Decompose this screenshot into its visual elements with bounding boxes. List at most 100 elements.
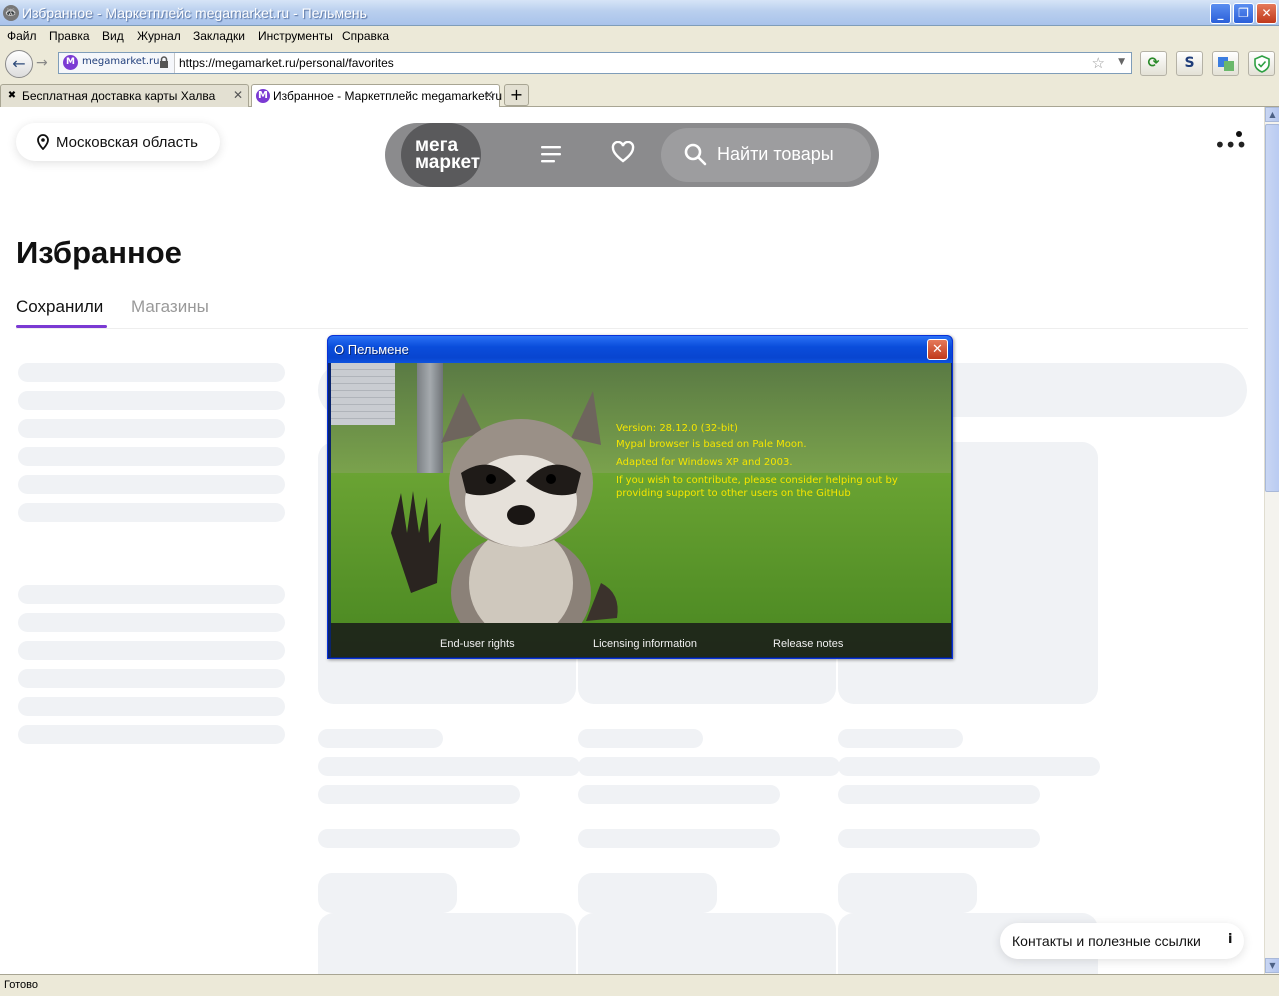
favorites-heart-icon[interactable] — [611, 140, 635, 169]
skeleton-line — [838, 785, 1040, 804]
tab-close-icon[interactable]: ✕ — [484, 88, 494, 102]
new-tab-button[interactable]: + — [504, 84, 529, 106]
skeleton-line — [578, 785, 780, 804]
back-button[interactable]: ← — [5, 50, 33, 78]
logo-line2: маркет — [415, 152, 481, 173]
status-text: Готово — [4, 979, 38, 991]
skeleton-line — [18, 475, 285, 494]
skeleton-line — [578, 829, 780, 848]
tab-close-icon[interactable]: ✕ — [233, 88, 243, 102]
more-menu-icon[interactable]: ••• — [1214, 133, 1247, 157]
support-line: providing support to other users on the … — [616, 488, 851, 499]
tab-saved[interactable]: Сохранили — [16, 297, 103, 317]
translate-icon[interactable] — [1212, 51, 1239, 76]
skeleton-line — [318, 829, 520, 848]
version-line: Version: 28.12.0 (32-bit) — [616, 423, 738, 434]
scroll-down-icon[interactable]: ▼ — [1265, 958, 1279, 973]
search-icon — [684, 143, 707, 166]
region-selector[interactable]: Московская область — [16, 123, 220, 161]
tab-strip: ✖ Бесплатная доставка карты Халва ✕ M Из… — [0, 82, 1279, 108]
skeleton-line — [18, 419, 285, 438]
close-button[interactable]: ✕ — [1256, 3, 1277, 24]
tab-label: Бесплатная доставка карты Халва — [22, 89, 216, 103]
skeleton-line — [18, 363, 285, 382]
contribute-line: If you wish to contribute, please consid… — [616, 475, 898, 486]
vertical-scrollbar[interactable]: ▲ ▼ — [1264, 107, 1279, 974]
about-dialog: О Пельмене ✕ Version: 28.12.0 (32-bit) M… — [327, 335, 953, 659]
tab-label: Избранное - Маркетплейс megamarket.ru — [273, 89, 503, 103]
dialog-title-bar[interactable]: О Пельмене ✕ — [328, 336, 952, 363]
tab-favorites[interactable]: M Избранное - Маркетплейс megamarket.ru … — [251, 84, 503, 108]
raccoon-app-icon[interactable]: 🦝 — [3, 5, 19, 21]
raccoon-image — [391, 391, 618, 623]
restore-button[interactable]: ❐ — [1233, 3, 1254, 24]
window-title: Избранное - Маркетплейс megamarket.ru - … — [22, 5, 367, 21]
skeleton-line — [578, 729, 703, 748]
tab-halva[interactable]: ✖ Бесплатная доставка карты Халва ✕ — [0, 84, 249, 107]
megamarket-favicon-icon: M — [256, 89, 270, 103]
forward-button[interactable]: → — [36, 55, 48, 71]
shield-icon[interactable] — [1248, 51, 1275, 76]
skeleton-button — [578, 873, 717, 913]
menu-view[interactable]: Вид — [102, 29, 124, 43]
menu-help[interactable]: Справка — [342, 29, 389, 43]
menu-file[interactable]: Файл — [7, 29, 37, 43]
menu-edit[interactable]: Правка — [49, 29, 90, 43]
title-bar[interactable]: 🦝 Избранное - Маркетплейс megamarket.ru … — [0, 0, 1279, 26]
dialog-close-button[interactable]: ✕ — [927, 339, 948, 360]
identity-domain: megamarket.ru — [82, 56, 160, 67]
menu-tools[interactable]: Инструменты — [258, 29, 333, 43]
scroll-up-icon[interactable]: ▲ — [1265, 107, 1279, 122]
navigation-toolbar: ← → M megamarket.ru https://megamarket.r… — [0, 46, 1279, 82]
notification-dot — [1236, 131, 1242, 137]
skeleton-line — [318, 785, 520, 804]
skeleton-line — [318, 757, 580, 776]
skeleton-line — [18, 391, 285, 410]
skeleton-card — [578, 913, 836, 974]
search-box[interactable]: Найти товары — [661, 128, 871, 182]
menu-history[interactable]: Журнал — [137, 29, 181, 43]
scroll-thumb[interactable] — [1265, 124, 1279, 492]
location-pin-icon — [37, 134, 49, 150]
dialog-title: О Пельмене — [334, 342, 409, 357]
minimize-button[interactable]: _ — [1210, 3, 1231, 24]
site-identity-box[interactable]: M megamarket.ru — [59, 53, 175, 73]
skeleton-line — [18, 725, 285, 744]
url-bar[interactable]: M megamarket.ru https://megamarket.ru/pe… — [58, 52, 1132, 74]
url-text[interactable]: https://megamarket.ru/personal/favorites — [179, 56, 394, 70]
skeleton-line — [18, 447, 285, 466]
about-image: Version: 28.12.0 (32-bit) Mypal browser … — [331, 363, 951, 657]
tab-shops[interactable]: Магазины — [131, 297, 209, 317]
region-label: Московская область — [56, 134, 198, 151]
reload-button[interactable]: ⟳ — [1140, 51, 1167, 76]
contacts-label: Контакты и полезные ссылки — [1012, 933, 1201, 949]
url-dropdown-icon[interactable]: ▼ — [1118, 57, 1125, 67]
based-on-line: Mypal browser is based on Pale Moon. — [616, 439, 807, 450]
release-notes-link[interactable]: Release notes — [773, 638, 843, 650]
skeleton-line — [18, 503, 285, 522]
contacts-button[interactable]: Контакты и полезные ссылки i — [1000, 923, 1244, 959]
adapted-line: Adapted for Windows XP and 2003. — [616, 457, 793, 468]
bookmark-star-icon[interactable]: ☆ — [1092, 54, 1105, 72]
end-user-rights-link[interactable]: End-user rights — [440, 638, 515, 650]
skeleton-card — [318, 913, 576, 974]
megamarket-logo[interactable]: мега маркет — [401, 123, 481, 187]
header-bar: мега маркет Найти товары — [385, 123, 879, 187]
menu-bookmarks[interactable]: Закладки — [193, 29, 245, 43]
catalog-menu-icon[interactable] — [541, 145, 561, 163]
halva-favicon-icon: ✖ — [7, 90, 17, 101]
skeleton-line — [838, 729, 963, 748]
licensing-information-link[interactable]: Licensing information — [593, 638, 697, 650]
site-favicon: M — [63, 55, 78, 70]
skeleton-button — [318, 873, 457, 913]
skeleton-line — [838, 757, 1100, 776]
skeleton-line — [18, 697, 285, 716]
s-addon-button[interactable]: S — [1176, 51, 1203, 76]
dialog-footer: End-user rights Licensing information Re… — [331, 623, 951, 657]
skeleton-line — [578, 757, 840, 776]
skeleton-line — [18, 613, 285, 632]
tabs-divider — [16, 328, 1248, 329]
skeleton-button — [838, 873, 977, 913]
search-placeholder: Найти товары — [717, 144, 834, 164]
skeleton-line — [838, 829, 1040, 848]
